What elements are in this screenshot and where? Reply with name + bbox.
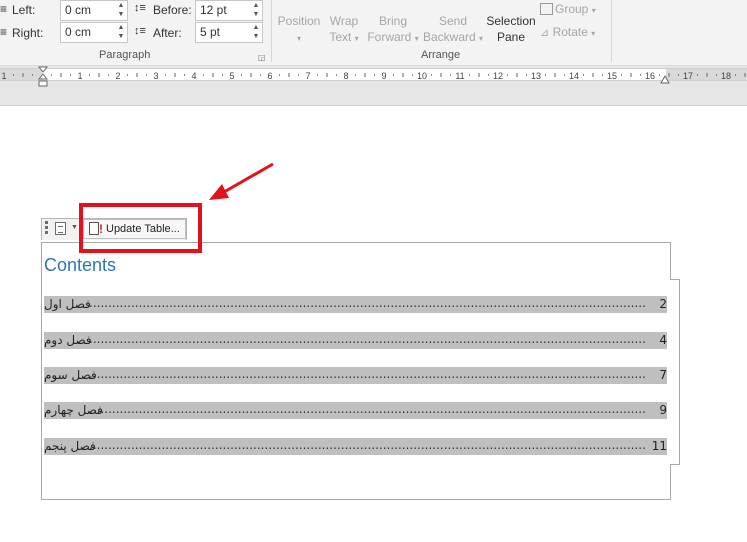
annotation-arrow-icon: [209, 162, 274, 200]
